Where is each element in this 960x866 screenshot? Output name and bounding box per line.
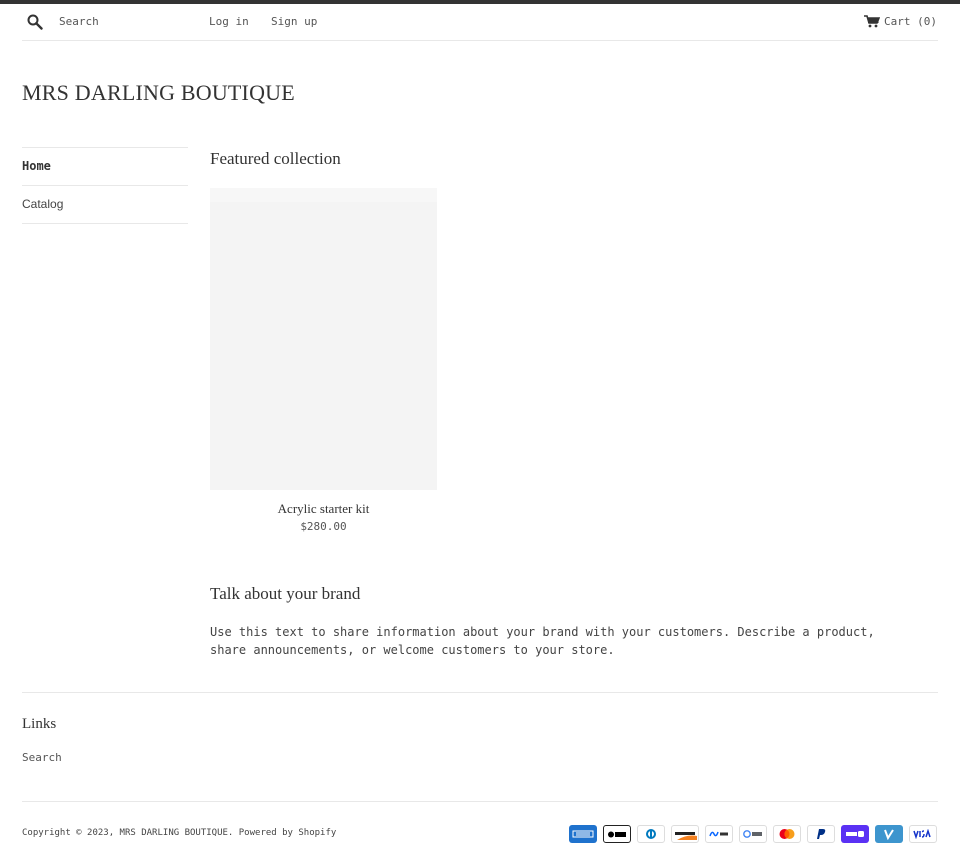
sidebar-nav: Home Catalog bbox=[22, 147, 188, 224]
diners-club-icon bbox=[637, 825, 665, 843]
copyright: Copyright © 2023, MRS DARLING BOUTIQUE. … bbox=[22, 828, 337, 838]
sidebar-item-catalog[interactable]: Catalog bbox=[22, 185, 188, 224]
product-price: $280.00 bbox=[300, 520, 347, 533]
payment-icons bbox=[569, 825, 937, 843]
site-header: Search Log in Sign up Cart (0) bbox=[22, 4, 938, 41]
visa-icon bbox=[909, 825, 937, 843]
store-logo[interactable]: MRS DARLING BOUTIQUE bbox=[22, 80, 295, 106]
meta-pay-icon bbox=[705, 825, 733, 843]
american-express-icon bbox=[569, 825, 597, 843]
apple-pay-icon bbox=[603, 825, 631, 843]
cart-label: Cart bbox=[884, 15, 911, 28]
paypal-icon bbox=[807, 825, 835, 843]
discover-icon bbox=[671, 825, 699, 843]
powered-by-link[interactable]: Powered by Shopify bbox=[239, 828, 337, 838]
google-pay-icon bbox=[739, 825, 767, 843]
venmo-icon bbox=[875, 825, 903, 843]
brand-section-text: Use this text to share information about… bbox=[210, 625, 875, 657]
cart-icon[interactable] bbox=[864, 15, 880, 28]
shop-pay-icon bbox=[841, 825, 869, 843]
search-icon[interactable] bbox=[27, 14, 43, 30]
footer-links-title: Links bbox=[22, 716, 57, 732]
copyright-prefix: Copyright © 2023, bbox=[22, 828, 115, 838]
brand-section-title: Talk about your brand bbox=[210, 584, 361, 603]
login-link[interactable]: Log in bbox=[209, 15, 249, 28]
cart-count: (0) bbox=[917, 15, 937, 28]
footer-search-link[interactable]: Search bbox=[22, 751, 62, 764]
sidebar-item-home[interactable]: Home bbox=[22, 147, 188, 185]
product-title[interactable]: Acrylic starter kit bbox=[210, 501, 437, 517]
product-image-placeholder[interactable] bbox=[210, 188, 437, 490]
cart-link[interactable]: Cart (0) bbox=[884, 15, 937, 28]
search-input[interactable]: Search bbox=[59, 15, 99, 28]
featured-collection-title: Featured collection bbox=[210, 149, 341, 168]
footer-bottom-divider bbox=[22, 801, 938, 802]
footer-divider bbox=[22, 692, 938, 693]
product-image-strip bbox=[210, 188, 437, 202]
product-card[interactable]: Acrylic starter kit $280.00 bbox=[210, 188, 437, 533]
copyright-store-link[interactable]: MRS DARLING BOUTIQUE bbox=[120, 828, 228, 838]
signup-link[interactable]: Sign up bbox=[271, 15, 317, 28]
mastercard-icon bbox=[773, 825, 801, 843]
